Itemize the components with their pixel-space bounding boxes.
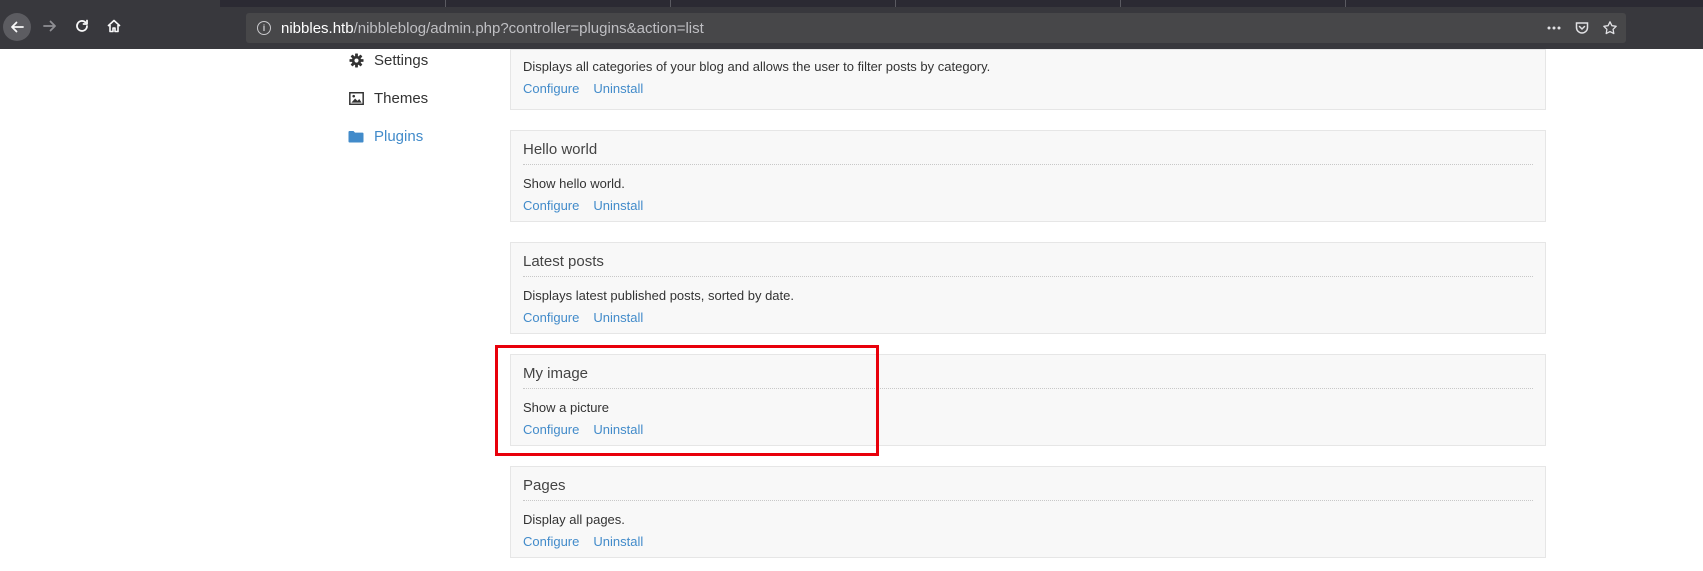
arrow-right-icon	[43, 20, 56, 32]
active-tab[interactable]	[0, 0, 220, 7]
uninstall-link[interactable]: Uninstall	[593, 534, 643, 549]
url-actions	[1546, 13, 1618, 43]
plugin-actions: Configure Uninstall	[523, 534, 657, 549]
reload-button[interactable]	[68, 12, 96, 40]
tab-separator	[445, 0, 446, 7]
plugin-description: Show hello world.	[523, 176, 625, 191]
plugin-actions: Configure Uninstall	[523, 198, 657, 213]
plugin-description: Show a picture	[523, 400, 609, 415]
tab-separator	[1120, 0, 1121, 7]
plugin-actions: Configure Uninstall	[523, 310, 657, 325]
configure-link[interactable]: Configure	[523, 310, 579, 325]
uninstall-link[interactable]: Uninstall	[593, 422, 643, 437]
url-path: /nibbleblog/admin.php?controller=plugins…	[353, 19, 704, 37]
tab-separator	[1345, 0, 1346, 7]
home-icon	[107, 19, 121, 33]
forward-button[interactable]	[36, 12, 64, 40]
tab-separator	[895, 0, 896, 7]
configure-link[interactable]: Configure	[523, 422, 579, 437]
tab-strip	[0, 0, 1703, 7]
sidebar-item-plugins[interactable]: Plugins	[348, 125, 423, 147]
url-bar[interactable]: i nibbles.htb/nibbleblog/admin.php?contr…	[246, 13, 1626, 43]
more-dots-icon[interactable]	[1546, 20, 1562, 36]
plugin-title: Pages	[523, 477, 1533, 501]
plugin-title: Hello world	[523, 141, 1533, 165]
plugin-card-latest-posts: Latest posts Displays latest published p…	[510, 242, 1546, 334]
url-host: nibbles.htb	[281, 19, 354, 37]
sidebar-item-label: Themes	[374, 89, 429, 107]
sidebar-item-themes[interactable]: Themes	[348, 87, 428, 109]
uninstall-link[interactable]: Uninstall	[593, 81, 643, 96]
tab-separator	[670, 0, 671, 7]
configure-link[interactable]: Configure	[523, 81, 579, 96]
plugin-card-hello-world: Hello world Show hello world. Configure U…	[510, 130, 1546, 222]
plugin-description: Displays all categories of your blog and…	[523, 59, 991, 74]
plugin-title: My image	[523, 365, 1533, 389]
plugin-card-categories: Displays all categories of your blog and…	[510, 49, 1546, 110]
sidebar-item-label: Plugins	[374, 127, 424, 145]
sidebar-item-settings[interactable]: Settings	[348, 49, 428, 71]
configure-link[interactable]: Configure	[523, 534, 579, 549]
plugin-title: Latest posts	[523, 253, 1533, 277]
plugin-description: Display all pages.	[523, 512, 625, 527]
gear-icon	[348, 52, 364, 68]
plugin-description: Displays latest published posts, sorted …	[523, 288, 794, 303]
plugin-card-my-image: My image Show a picture Configure Uninsta…	[510, 354, 1546, 446]
reload-icon	[76, 19, 88, 32]
url-text[interactable]: nibbles.htb/nibbleblog/admin.php?control…	[281, 20, 704, 37]
folder-icon	[348, 128, 364, 144]
home-button[interactable]	[100, 12, 128, 40]
image-icon	[348, 90, 364, 106]
pocket-icon[interactable]	[1574, 20, 1590, 36]
sidebar-item-label: Settings	[374, 51, 429, 69]
back-button[interactable]	[3, 13, 31, 41]
uninstall-link[interactable]: Uninstall	[593, 198, 643, 213]
uninstall-link[interactable]: Uninstall	[593, 310, 643, 325]
plugin-actions: Configure Uninstall	[523, 81, 657, 96]
configure-link[interactable]: Configure	[523, 198, 579, 213]
plugin-actions: Configure Uninstall	[523, 422, 657, 437]
browser-toolbar: i nibbles.htb/nibbleblog/admin.php?contr…	[0, 7, 1703, 49]
info-icon[interactable]: i	[257, 21, 271, 35]
star-icon[interactable]	[1602, 20, 1618, 36]
arrow-left-icon	[11, 21, 24, 33]
plugin-card-pages: Pages Display all pages. Configure Uninst…	[510, 466, 1546, 558]
